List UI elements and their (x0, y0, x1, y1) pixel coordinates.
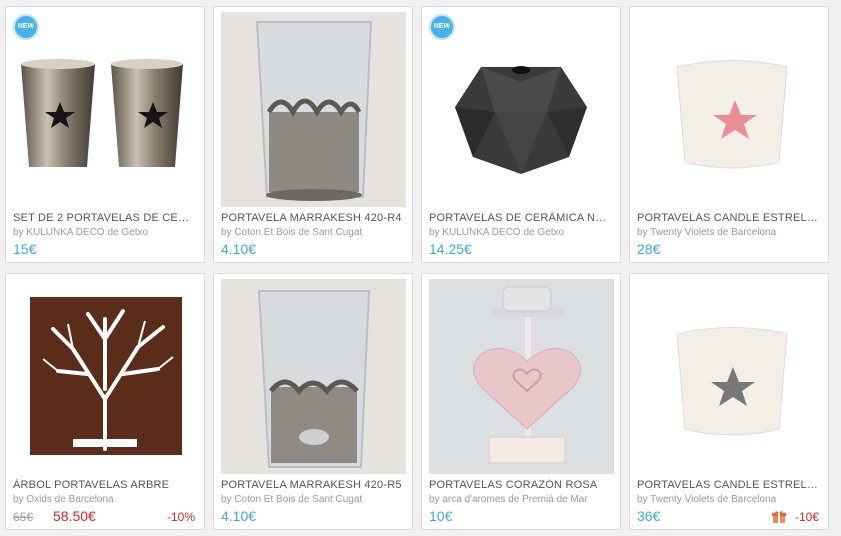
product-card[interactable]: NEW SET DE 2 PORTAVELAS DE CERÁMICA by K… (5, 6, 205, 263)
product-seller[interactable]: by Twenty Violets de Barcelona (637, 227, 822, 238)
glass-holder-image (221, 279, 406, 474)
discount-badge: -10€ (794, 510, 819, 524)
product-title[interactable]: PORTAVELA MARRAKESH 420-R4 (221, 212, 403, 224)
product-card[interactable]: PORTAVELA MARRAKESH 420-R5 by Coton Et B… (213, 273, 413, 530)
product-seller[interactable]: by Coton Et Bois de Sant Cugat (221, 494, 406, 505)
gift-icon (772, 511, 786, 523)
product-seller[interactable]: by KULUNKA DECO de Getxo (429, 227, 614, 238)
product-card[interactable]: ÁRBOL PORTAVELAS ARBRE by Oxids de Barce… (5, 273, 205, 530)
product-image[interactable] (13, 12, 198, 207)
product-card[interactable]: PORTAVELA MARRAKESH 420-R4 by Coton Et B… (213, 6, 413, 263)
product-image[interactable] (637, 279, 822, 474)
product-image[interactable] (429, 279, 614, 474)
product-title[interactable]: PORTAVELAS CANDLE ESTRELLA ROSA (637, 212, 819, 224)
product-card[interactable]: PORTAVELAS CORAZÓN ROSA by arca d'aromes… (421, 273, 621, 530)
grey-star-cup-image (676, 327, 788, 436)
product-seller[interactable]: by KULUNKA DECO de Getxo (13, 227, 198, 238)
glass-holder-image (221, 12, 406, 207)
product-image[interactable] (429, 12, 614, 207)
product-image[interactable] (637, 12, 822, 207)
product-title[interactable]: PORTAVELAS CANDLE ESTRELLA GRIS (637, 479, 819, 491)
product-image[interactable] (221, 12, 406, 207)
product-seller[interactable]: by Coton Et Bois de Sant Cugat (221, 227, 406, 238)
product-price: 15€ (13, 241, 37, 257)
product-price: 4.10€ (221, 241, 257, 257)
pink-star-cup-image (676, 60, 788, 169)
black-ceramic-holder-image (455, 66, 587, 174)
product-price: 10€ (429, 508, 453, 524)
product-image[interactable] (221, 279, 406, 474)
tree-candle-holder-image (30, 297, 182, 455)
product-image[interactable] (13, 279, 198, 474)
heart-candle-holder-image (429, 279, 614, 474)
product-title[interactable]: SET DE 2 PORTAVELAS DE CERÁMICA (13, 212, 195, 224)
product-card[interactable]: PORTAVELAS CANDLE ESTRELLA ROSA by Twent… (629, 6, 829, 263)
new-badge: NEW (13, 14, 39, 40)
product-title[interactable]: PORTAVELAS DE CERÁMICA NEGRO (429, 212, 611, 224)
product-card[interactable]: NEW PORTAVELAS DE CERÁMICA NEGRO by KULU… (421, 6, 621, 263)
product-seller[interactable]: by Oxids de Barcelona (13, 494, 198, 505)
new-badge: NEW (429, 14, 455, 40)
product-price: 28€ (637, 241, 661, 257)
discount-badge: -10% (166, 510, 195, 524)
original-price: 65€ (13, 510, 34, 524)
product-price: 4.10€ (221, 508, 257, 524)
product-title[interactable]: PORTAVELAS CORAZÓN ROSA (429, 479, 611, 491)
product-card[interactable]: PORTAVELAS CANDLE ESTRELLA GRIS by Twent… (629, 273, 829, 530)
product-seller[interactable]: by arca d'aromes de Premià de Mar (429, 494, 614, 505)
product-grid: NEW SET DE 2 PORTAVELAS DE CERÁMICA by K… (0, 0, 841, 536)
product-price: 14.25€ (429, 241, 472, 257)
product-seller[interactable]: by Twenty Violets de Barcelona (637, 494, 822, 505)
product-price: 36€ (637, 508, 661, 524)
sale-price: 58.50€ (53, 508, 96, 524)
product-title[interactable]: PORTAVELA MARRAKESH 420-R5 (221, 479, 403, 491)
product-title[interactable]: ÁRBOL PORTAVELAS ARBRE (13, 479, 195, 491)
candle-holders-gold-image (21, 59, 183, 167)
